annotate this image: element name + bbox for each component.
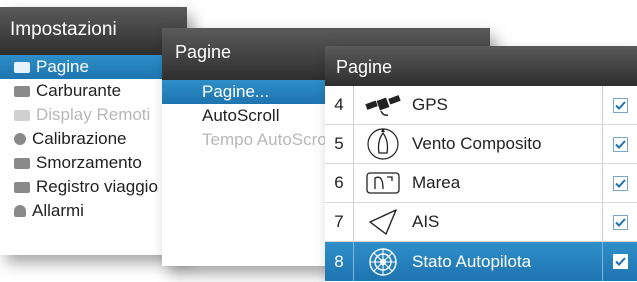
trip-log-icon bbox=[14, 181, 30, 193]
page-row-vento-composito[interactable]: 5 Vento Composito bbox=[325, 125, 637, 164]
settings-item-label: Display Remoti bbox=[36, 105, 151, 124]
page-number: 8 bbox=[334, 251, 344, 271]
settings-item-label: Registro viaggio bbox=[36, 177, 158, 196]
page-label: AIS bbox=[412, 212, 440, 231]
settings-item-label: Pagine bbox=[36, 57, 89, 76]
page-enabled-checkbox[interactable] bbox=[612, 97, 628, 113]
page-row-marea[interactable]: 6 Marea bbox=[325, 164, 637, 203]
page-row-ais[interactable]: 7 AIS bbox=[325, 203, 637, 242]
steering-wheel-icon bbox=[360, 244, 406, 280]
page-label: GPS bbox=[412, 95, 448, 114]
page-label: Stato Autopilota bbox=[412, 251, 532, 271]
remote-display-icon bbox=[14, 109, 30, 121]
fuel-icon bbox=[14, 85, 30, 97]
page-enabled-checkbox[interactable] bbox=[612, 136, 628, 152]
pages-icon bbox=[14, 61, 30, 73]
ais-triangle-icon bbox=[360, 204, 406, 240]
settings-item-label: Carburante bbox=[36, 81, 122, 100]
page-number: 5 bbox=[334, 134, 344, 153]
tide-icon bbox=[360, 165, 406, 201]
settings-item-allarmi[interactable]: Allarmi bbox=[0, 199, 187, 223]
page-enabled-checkbox[interactable] bbox=[612, 254, 628, 269]
settings-header: Impostazioni bbox=[0, 7, 187, 55]
settings-item-pagine[interactable]: Pagine bbox=[0, 55, 187, 79]
page-label: Vento Composito bbox=[412, 134, 542, 153]
settings-item-smorzamento[interactable]: Smorzamento bbox=[0, 151, 187, 175]
settings-item-label: Calibrazione bbox=[32, 129, 127, 148]
settings-item-registro-viaggio[interactable]: Registro viaggio bbox=[0, 175, 187, 199]
pages-list-panel: Pagine 4 GPS 5 Vento Composito 6 Marea 7… bbox=[325, 46, 637, 282]
page-enabled-checkbox[interactable] bbox=[612, 214, 628, 230]
settings-item-label: Allarmi bbox=[32, 201, 84, 220]
alarm-bell-icon bbox=[14, 205, 26, 217]
page-number: 4 bbox=[334, 95, 344, 114]
page-row-stato-autopilota[interactable]: 8 Stato Autopilota bbox=[325, 242, 637, 281]
pages-list-header: Pagine bbox=[325, 46, 637, 86]
settings-item-calibrazione[interactable]: Calibrazione bbox=[0, 127, 187, 151]
settings-item-carburante[interactable]: Carburante bbox=[0, 79, 187, 103]
calibration-icon bbox=[14, 133, 26, 145]
settings-item-display-remoti: Display Remoti bbox=[0, 103, 187, 127]
settings-item-label: Smorzamento bbox=[36, 153, 142, 172]
satellite-icon bbox=[360, 87, 406, 123]
wind-boat-icon bbox=[360, 126, 406, 162]
page-number: 6 bbox=[334, 173, 344, 192]
page-enabled-checkbox[interactable] bbox=[612, 175, 628, 191]
page-number: 7 bbox=[334, 212, 344, 231]
page-label: Marea bbox=[412, 173, 461, 192]
damping-icon bbox=[14, 157, 30, 169]
page-row-gps[interactable]: 4 GPS bbox=[325, 86, 637, 125]
settings-panel: Impostazioni Pagine Carburante Display R… bbox=[0, 7, 187, 255]
